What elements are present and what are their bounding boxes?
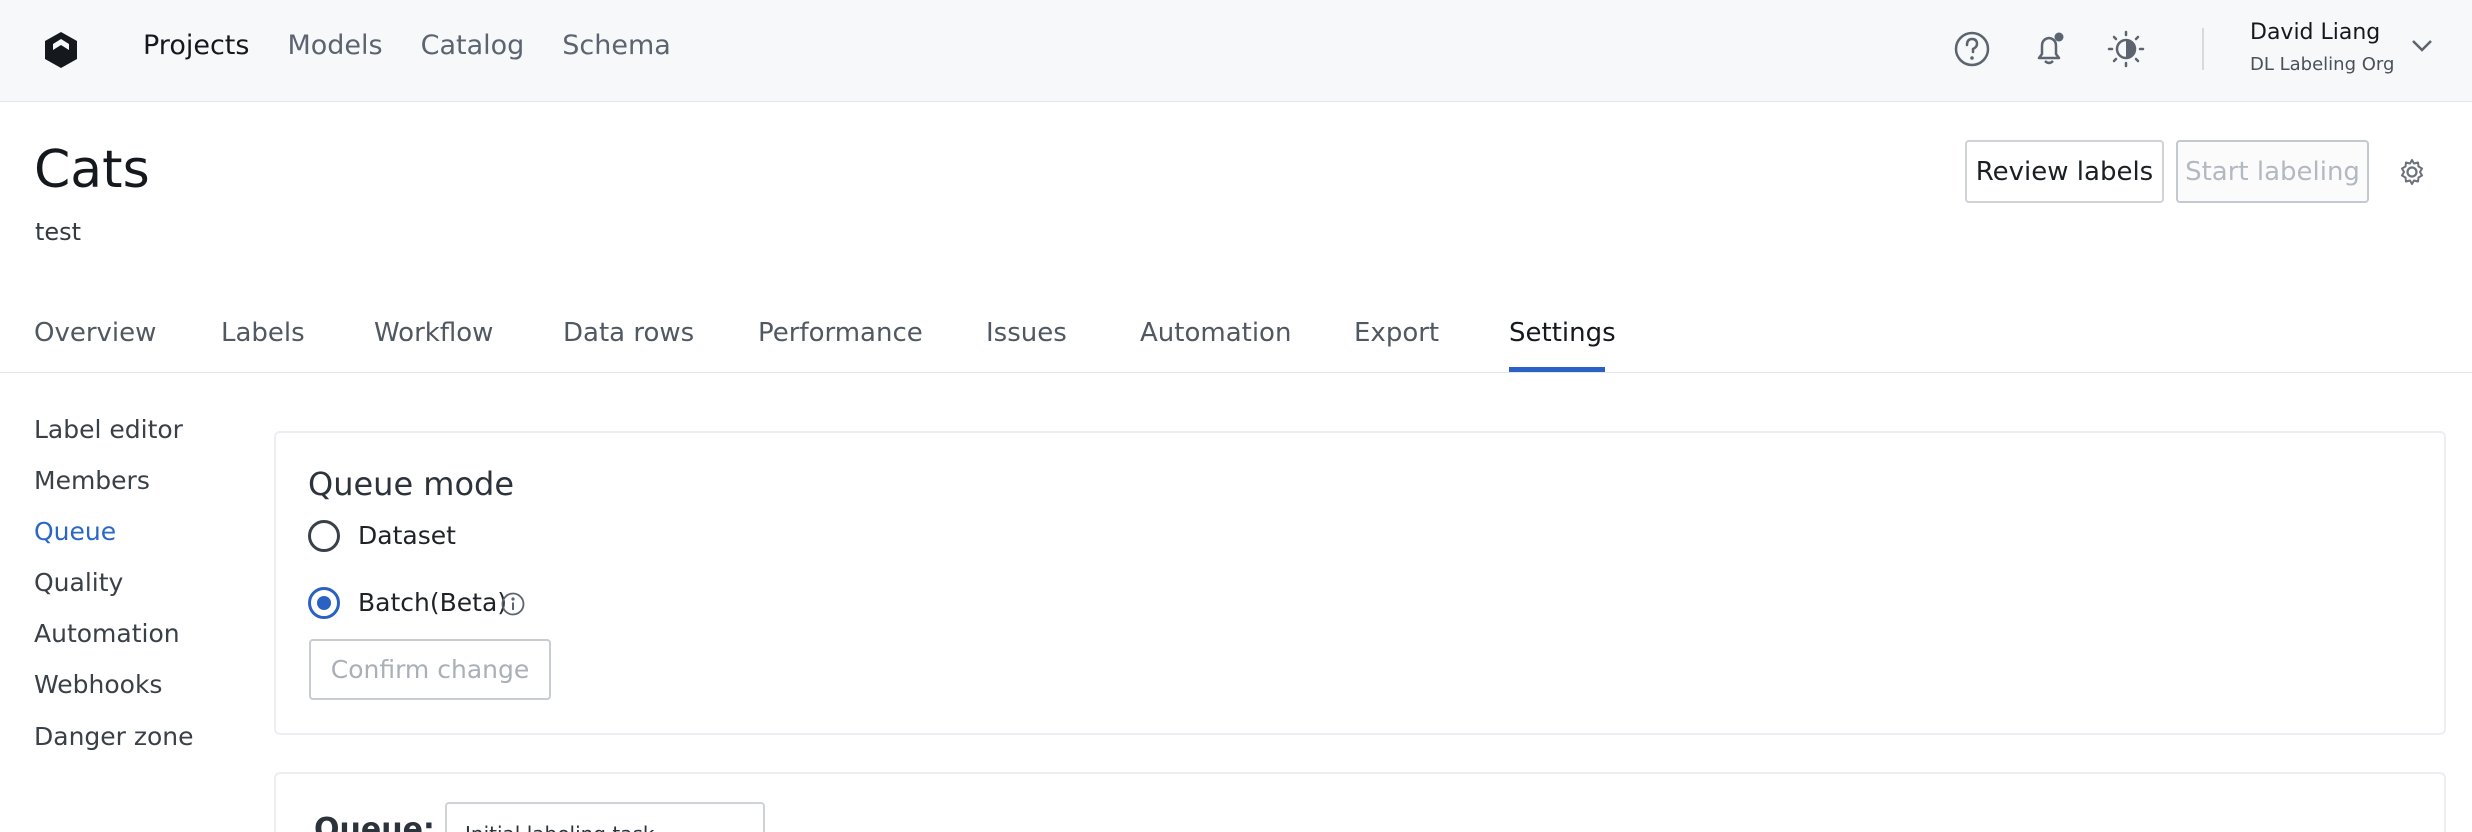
radio-batch-label[interactable]: Batch(Beta) — [358, 588, 507, 617]
tab-data-rows[interactable]: Data rows — [563, 318, 694, 348]
help-icon[interactable] — [1953, 30, 1991, 68]
settings-menu-quality[interactable]: Quality — [34, 568, 123, 597]
main-nav: Projects Models Catalog Schema — [143, 30, 671, 61]
queue-select[interactable]: Initial labeling task — [445, 802, 765, 832]
user-name[interactable]: David Liang — [2250, 20, 2380, 45]
nav-models[interactable]: Models — [287, 30, 382, 61]
nav-schema[interactable]: Schema — [562, 30, 671, 61]
chevron-down-icon[interactable] — [2410, 38, 2434, 54]
tab-issues[interactable]: Issues — [986, 318, 1067, 348]
tab-workflow[interactable]: Workflow — [374, 318, 493, 348]
radio-dataset-label[interactable]: Dataset — [358, 521, 456, 550]
settings-menu-webhooks[interactable]: Webhooks — [34, 670, 162, 699]
notifications-icon[interactable] — [2030, 30, 2068, 68]
topbar-divider — [2202, 28, 2204, 70]
project-description: test — [35, 218, 82, 246]
tab-performance[interactable]: Performance — [758, 318, 923, 348]
tabs-divider — [0, 372, 2472, 373]
settings-menu-automation[interactable]: Automation — [34, 619, 180, 648]
nav-projects[interactable]: Projects — [143, 30, 249, 61]
queue-select-value: Initial labeling task — [465, 822, 654, 832]
queue-label: Queue: — [314, 812, 435, 832]
settings-menu-members[interactable]: Members — [34, 466, 150, 495]
tab-export[interactable]: Export — [1354, 318, 1439, 348]
theme-toggle-icon[interactable] — [2107, 30, 2145, 68]
nav-catalog[interactable]: Catalog — [421, 30, 525, 61]
gear-icon[interactable] — [2398, 158, 2426, 186]
radio-selected-dot — [317, 596, 331, 610]
info-icon[interactable] — [500, 591, 526, 617]
tab-automation[interactable]: Automation — [1140, 318, 1291, 348]
top-navigation-bar: Projects Models Catalog Schema David Lia… — [0, 0, 2472, 102]
labelbox-logo-icon[interactable] — [42, 30, 80, 70]
user-org[interactable]: DL Labeling Org — [2250, 54, 2394, 75]
settings-menu-danger-zone[interactable]: Danger zone — [34, 722, 194, 751]
start-labeling-button[interactable]: Start labeling — [2176, 140, 2369, 203]
tab-settings[interactable]: Settings — [1509, 318, 1616, 348]
radio-dataset[interactable] — [308, 520, 340, 552]
tab-overview[interactable]: Overview — [34, 318, 156, 348]
tab-labels[interactable]: Labels — [221, 318, 305, 348]
queue-mode-title: Queue mode — [308, 465, 515, 503]
confirm-change-button[interactable]: Confirm change — [309, 639, 551, 700]
radio-batch[interactable] — [308, 587, 340, 619]
settings-menu-queue[interactable]: Queue — [34, 517, 116, 546]
settings-menu-label-editor[interactable]: Label editor — [34, 415, 183, 444]
review-labels-button[interactable]: Review labels — [1965, 140, 2164, 203]
project-title: Cats — [34, 140, 150, 200]
queue-mode-card — [274, 431, 2446, 735]
